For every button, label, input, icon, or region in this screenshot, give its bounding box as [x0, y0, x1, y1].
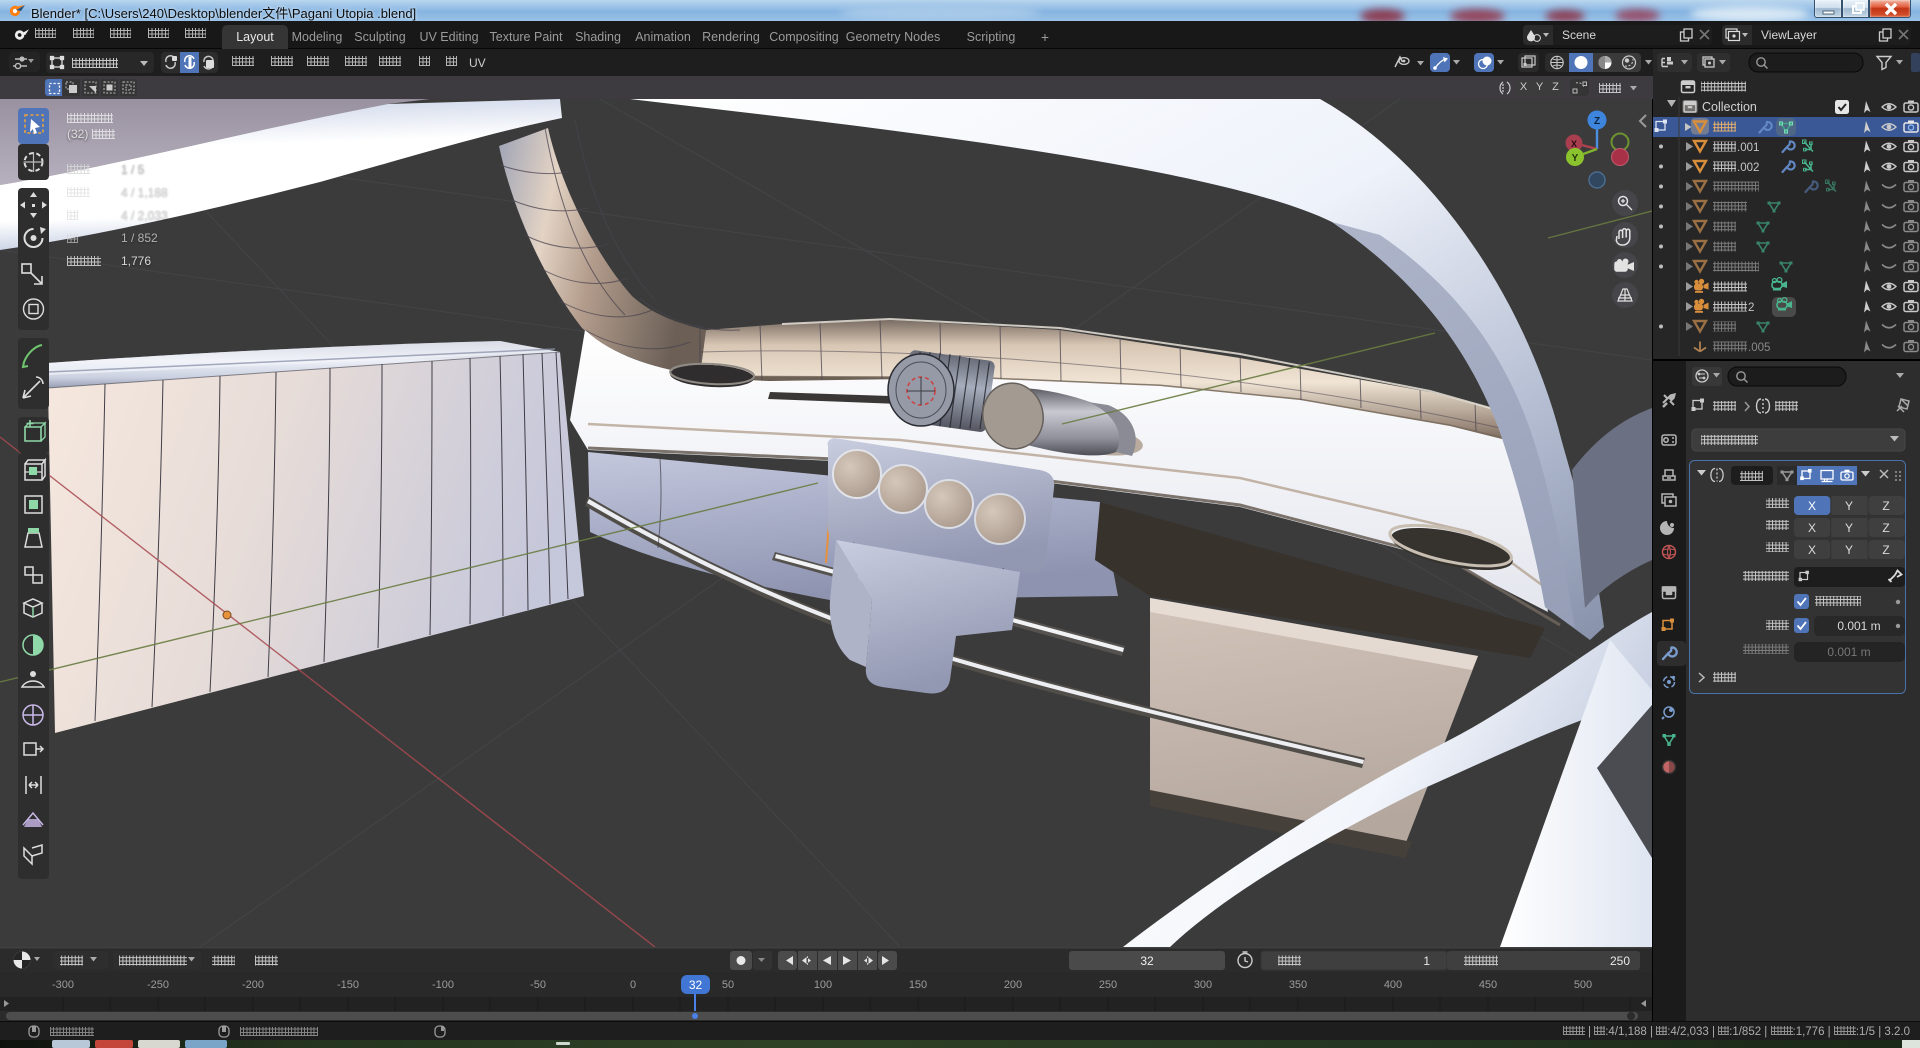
svg-text:0.001 m: 0.001 m	[1827, 645, 1870, 659]
svg-text:-50: -50	[530, 979, 546, 991]
svg-text:.005: .005	[1748, 342, 1770, 354]
svg-text:X: X	[1808, 543, 1816, 557]
svg-text:250: 250	[1610, 954, 1630, 968]
svg-text:1: 1	[1423, 954, 1430, 968]
svg-text:100: 100	[814, 979, 832, 991]
svg-text:150: 150	[909, 979, 927, 991]
svg-text:50: 50	[722, 979, 734, 991]
svg-text:32: 32	[689, 978, 703, 992]
svg-text:-100: -100	[432, 979, 454, 991]
svg-text:X: X	[1808, 499, 1816, 513]
svg-text:Z: Z	[1882, 499, 1889, 513]
svg-text:-200: -200	[242, 979, 264, 991]
svg-text:0: 0	[630, 979, 636, 991]
svg-text:0.001 m: 0.001 m	[1837, 619, 1880, 633]
svg-text:500: 500	[1574, 979, 1592, 991]
svg-text:X: X	[1808, 521, 1816, 535]
svg-text:Collection: Collection	[1702, 100, 1757, 114]
svg-text:-300: -300	[52, 979, 74, 991]
svg-text:Y: Y	[1572, 153, 1579, 164]
svg-text:-250: -250	[147, 979, 169, 991]
svg-text:-150: -150	[337, 979, 359, 991]
svg-text:Z: Z	[1882, 521, 1889, 535]
svg-text:Z: Z	[1882, 543, 1889, 557]
svg-text:200: 200	[1004, 979, 1022, 991]
svg-text:2: 2	[1748, 302, 1754, 314]
svg-text:250: 250	[1099, 979, 1117, 991]
svg-text:450: 450	[1479, 979, 1497, 991]
svg-text:Y: Y	[1845, 543, 1853, 557]
svg-text:400: 400	[1384, 979, 1402, 991]
svg-text:.001: .001	[1737, 142, 1759, 154]
svg-text:Z: Z	[1594, 116, 1600, 127]
svg-text:350: 350	[1289, 979, 1307, 991]
svg-text:32: 32	[1140, 954, 1154, 968]
svg-text:.002: .002	[1737, 162, 1759, 174]
svg-text:Y: Y	[1845, 521, 1853, 535]
svg-text:Y: Y	[1845, 499, 1853, 513]
svg-text:300: 300	[1194, 979, 1212, 991]
svg-text:X: X	[1571, 139, 1577, 149]
